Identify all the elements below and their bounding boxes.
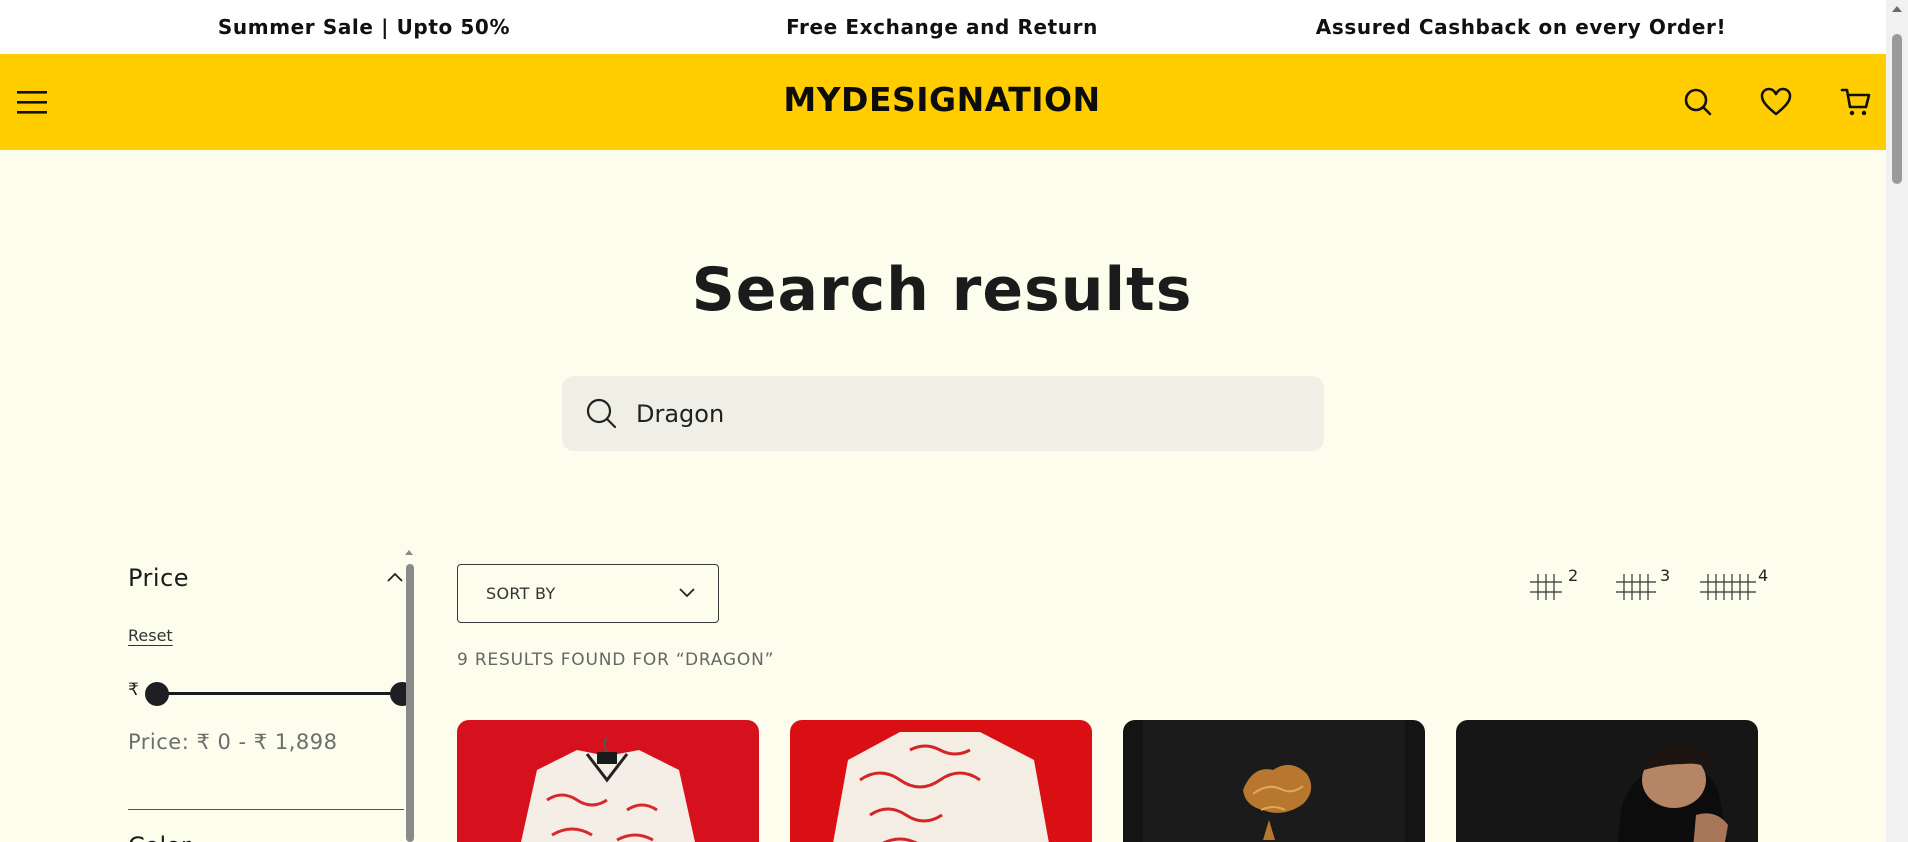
grid-3-label: 3 xyxy=(1660,566,1671,585)
grid-4-columns-button[interactable]: 4 xyxy=(1698,566,1770,606)
sidebar-scrollbar[interactable] xyxy=(405,548,415,842)
cart-icon xyxy=(1840,88,1871,116)
site-logo[interactable]: MYDESIGNATION xyxy=(783,80,1100,119)
price-slider-track[interactable] xyxy=(156,692,400,695)
product-image xyxy=(457,720,759,842)
grid-3-icon xyxy=(1616,574,1656,600)
announcement-bar: Summer Sale | Upto 50% Free Exchange and… xyxy=(0,0,1886,54)
product-card[interactable] xyxy=(457,720,759,842)
search-icon xyxy=(1684,88,1712,116)
product-card[interactable] xyxy=(790,720,1092,842)
product-image xyxy=(790,720,1092,842)
grid-2-label: 2 xyxy=(1568,566,1579,585)
chevron-up-icon xyxy=(387,572,403,582)
product-image xyxy=(1456,720,1758,842)
heart-icon xyxy=(1760,87,1792,116)
page-scrollbar[interactable] xyxy=(1886,0,1908,842)
menu-button[interactable] xyxy=(12,82,52,122)
product-image xyxy=(1123,720,1425,842)
grid-4-label: 4 xyxy=(1758,566,1769,585)
price-range-text: Price: ₹ 0 - ₹ 1,898 xyxy=(128,730,338,754)
page-title: Search results xyxy=(691,255,1193,325)
price-filter-title[interactable]: Price xyxy=(128,564,189,592)
announcement-sale[interactable]: Summer Sale | Upto 50% xyxy=(218,15,510,39)
filter-sidebar: Price Reset ₹ Price: ₹ 0 - ₹ 1,898 Color xyxy=(128,548,406,842)
price-reset-link[interactable]: Reset xyxy=(128,626,173,645)
site-header: MYDESIGNATION xyxy=(0,54,1886,150)
product-card[interactable] xyxy=(1123,720,1425,842)
grid-4-icon xyxy=(1700,574,1756,600)
announcement-cashback[interactable]: Assured Cashback on every Order! xyxy=(1316,15,1726,39)
results-count: 9 RESULTS FOUND FOR “DRAGON” xyxy=(457,650,775,670)
scroll-up-arrow[interactable] xyxy=(405,550,413,555)
sort-label: SORT BY xyxy=(486,584,556,603)
wishlist-button[interactable] xyxy=(1756,82,1796,122)
price-slider-min-handle[interactable] xyxy=(145,682,169,706)
menu-icon xyxy=(17,91,47,114)
product-card[interactable] xyxy=(1456,720,1758,842)
price-filter-toggle[interactable] xyxy=(386,568,404,587)
header-search-button[interactable] xyxy=(1678,82,1718,122)
color-filter-title[interactable]: Color xyxy=(128,832,191,842)
announcement-exchange[interactable]: Free Exchange and Return xyxy=(786,15,1098,39)
sort-dropdown[interactable]: SORT BY xyxy=(457,564,719,623)
page-scroll-thumb[interactable] xyxy=(1892,34,1902,184)
price-slider-max-handle[interactable] xyxy=(390,682,406,706)
cart-button[interactable] xyxy=(1836,82,1876,122)
search-icon xyxy=(586,398,617,429)
search-input[interactable] xyxy=(636,394,1296,434)
search-box-icon-wrap xyxy=(584,396,618,434)
scroll-up-arrow[interactable] xyxy=(1892,6,1902,12)
search-box xyxy=(562,376,1324,451)
sidebar-scroll-thumb[interactable] xyxy=(406,564,414,842)
grid-3-columns-button[interactable]: 3 xyxy=(1614,566,1670,606)
filter-divider xyxy=(128,809,404,810)
currency-symbol: ₹ xyxy=(128,680,139,700)
chevron-down-icon xyxy=(679,588,695,598)
grid-2-icon xyxy=(1530,574,1562,600)
grid-2-columns-button[interactable]: 2 xyxy=(1528,566,1580,606)
